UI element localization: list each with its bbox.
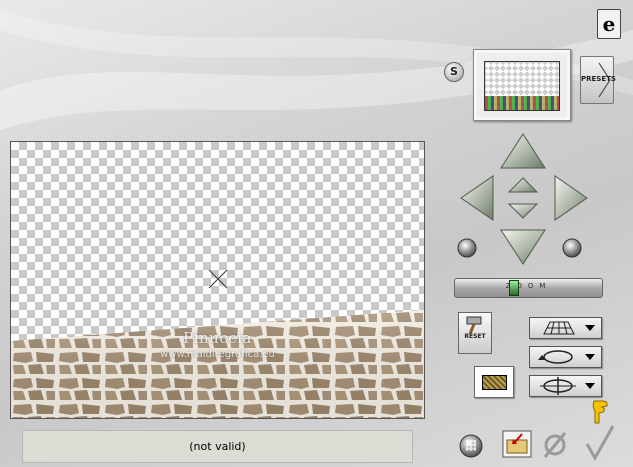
thumbnail-image	[484, 61, 560, 111]
presets-button[interactable]: PRESETS	[580, 56, 616, 104]
s-button[interactable]: S	[444, 62, 464, 82]
rotate-right-icon[interactable]	[562, 238, 582, 258]
zoom-slider-thumb[interactable]	[509, 280, 519, 296]
watermark-url: www.maidiregrafica.eu	[160, 349, 275, 360]
checkmark-icon[interactable]	[584, 424, 616, 462]
center-crosshair-icon	[208, 269, 228, 289]
arrow-down-icon[interactable]	[500, 229, 546, 265]
zoom-label: ZOOM	[505, 282, 552, 290]
thumbnail-preview[interactable]	[473, 49, 571, 121]
grid-toggle-icon[interactable]	[459, 434, 483, 458]
reset-label: RESET	[464, 333, 486, 340]
small-up-icon[interactable]	[507, 177, 539, 193]
texture-swatch	[482, 375, 507, 390]
arrow-up-icon[interactable]	[500, 133, 546, 169]
stone-floor	[11, 269, 424, 418]
save-folder-icon[interactable]	[502, 430, 532, 458]
zoom-slider[interactable]: ZOOM	[454, 278, 603, 298]
navigation-pad	[457, 133, 588, 265]
small-down-icon[interactable]	[507, 203, 539, 219]
rotate-left-icon[interactable]	[457, 238, 477, 258]
arrow-left-icon[interactable]	[460, 175, 494, 221]
reset-button[interactable]: RESET	[458, 312, 492, 354]
hammer-icon	[466, 316, 482, 335]
presets-label: PRESETS	[581, 75, 616, 83]
status-text: (not valid)	[189, 440, 246, 453]
pointing-hand-icon	[592, 400, 608, 424]
status-bar: (not valid)	[22, 430, 413, 463]
rotate-loop-icon	[538, 350, 595, 364]
axis-mode-button[interactable]	[529, 375, 602, 397]
rotate-mode-button[interactable]	[529, 346, 602, 368]
arrow-right-icon[interactable]	[554, 175, 588, 221]
preview-canvas[interactable]: Pinuccia www.maidiregrafica.eu	[10, 141, 425, 419]
texture-button[interactable]	[474, 366, 514, 398]
cancel-icon[interactable]	[541, 430, 571, 460]
watermark-title: Pinuccia	[183, 329, 252, 347]
axis-rotation-icon	[540, 377, 595, 395]
thumbnail-floor	[485, 96, 559, 110]
help-icon[interactable]: e	[597, 9, 621, 39]
grid-mode-button[interactable]	[529, 317, 602, 339]
perspective-grid-icon	[543, 321, 595, 335]
